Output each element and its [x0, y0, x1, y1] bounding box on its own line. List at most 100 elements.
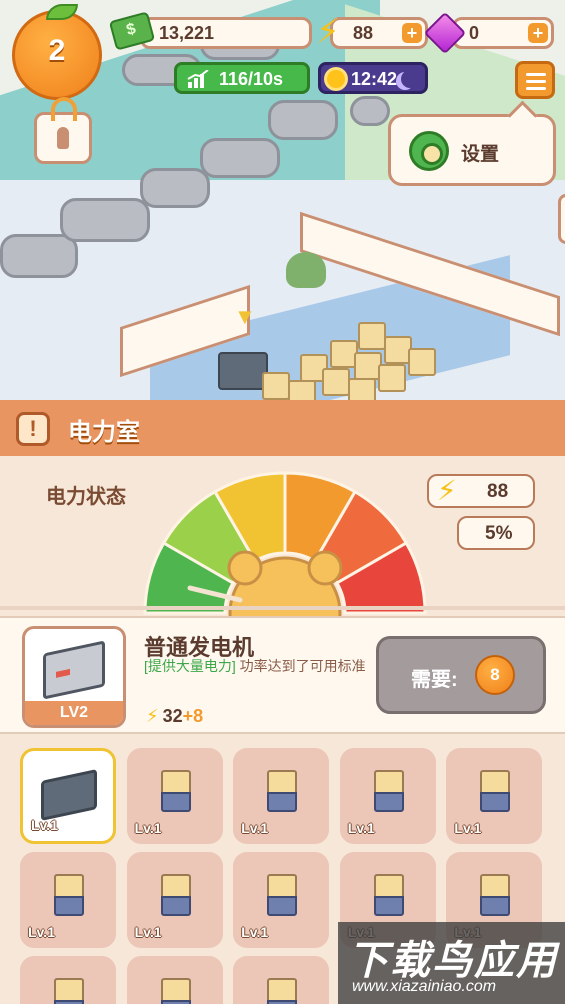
battery-icon: [480, 770, 511, 814]
rock: [268, 100, 338, 140]
rock: [200, 138, 280, 178]
menu-button[interactable]: [515, 61, 555, 99]
menu-icon: [526, 73, 546, 76]
orange-icon: 8: [475, 655, 515, 695]
grid-cell[interactable]: Lv.1: [20, 852, 116, 948]
cash-value: 13,221: [159, 23, 215, 43]
generator-desc-tag: [提供大量电力]: [144, 658, 236, 674]
rock: [350, 96, 390, 126]
exclamation-icon[interactable]: !: [16, 412, 50, 446]
game-clock: 12:42: [318, 62, 428, 94]
grid-cell-level: Lv.1: [134, 924, 162, 940]
power-percent-box: 5%: [457, 516, 535, 550]
rock: [140, 168, 210, 208]
grid-cell[interactable]: Lv.1: [20, 748, 116, 844]
power-counter: 88 +: [330, 17, 428, 49]
upgrade-requirement-button[interactable]: 需要: 8: [376, 636, 546, 714]
battery-object[interactable]: [322, 368, 350, 396]
battery-object[interactable]: [348, 378, 376, 400]
battery-icon: [160, 874, 191, 918]
bear-ear-icon: [307, 550, 343, 586]
grid-cell[interactable]: Lv.1: [446, 748, 543, 844]
battery-icon: [267, 874, 298, 918]
generator-power-base: 32: [162, 706, 183, 726]
battery-icon: [373, 874, 404, 918]
grid-cell[interactable]: Lv.1: [339, 748, 436, 844]
settings-popup[interactable]: 设置: [388, 114, 556, 186]
growth-chart-icon: [187, 70, 209, 88]
battery-icon: [160, 978, 191, 1004]
grid-cell[interactable]: Lv.1: [126, 852, 223, 948]
clock-time: 12:42: [351, 69, 398, 89]
game-scene[interactable]: ▼ 2 13,221 88 + ⚡ 0 + 116/10s: [0, 0, 565, 400]
bear-ear-icon: [227, 550, 263, 586]
battery-object[interactable]: [408, 348, 436, 376]
grid-cell-level: Lv.1: [241, 924, 269, 940]
generator-icon: [41, 769, 97, 821]
grid-cell[interactable]: Lv.1: [233, 852, 330, 948]
power-gauge: [143, 471, 427, 616]
gem-value: 0: [469, 23, 480, 43]
rock: [0, 234, 78, 278]
generator-object[interactable]: [218, 352, 268, 390]
plant: [286, 252, 326, 288]
generator-thumbnail[interactable]: LV2: [22, 626, 126, 728]
grid-cell-level: Lv.1: [28, 924, 55, 940]
battery-icon: [480, 874, 511, 918]
generator-description: [提供大量电力] 功率达到了可用标准: [144, 658, 372, 675]
rock: [60, 198, 150, 242]
keyhole-icon: [57, 127, 69, 149]
battery-object[interactable]: [378, 364, 406, 392]
generator-power-increase: +8: [182, 706, 204, 726]
lock-icon: [51, 97, 77, 121]
grid-cell[interactable]: [20, 956, 116, 1004]
cash-counter: 13,221: [140, 17, 312, 49]
moon-icon: [401, 70, 419, 88]
generator-card: LV2 普通发电机 [提供大量电力] 功率达到了可用标准 ⚡ 32+8 需要: 8: [0, 616, 565, 734]
battery-object[interactable]: [358, 322, 386, 350]
panel-title: 电力室: [68, 419, 140, 446]
need-label: 需要:: [411, 669, 458, 691]
income-rate: 116/10s: [174, 62, 310, 94]
battery-object[interactable]: [262, 372, 290, 400]
divider: [0, 606, 565, 610]
lightning-icon: ⚡: [146, 706, 159, 726]
battery-object[interactable]: [288, 380, 316, 400]
battery-icon: [54, 978, 84, 1004]
lock-button[interactable]: [34, 97, 92, 164]
grid-cell[interactable]: Lv.1: [126, 748, 223, 844]
arrow-down-icon: ▼: [234, 304, 256, 329]
gem-counter: 0 +: [452, 17, 554, 49]
power-value: 88: [353, 23, 374, 43]
grid-cell-level: Lv.1: [454, 820, 482, 836]
generator-power: ⚡ 32+8: [146, 706, 203, 727]
grid-cell[interactable]: [126, 956, 223, 1004]
power-amount-box: ⚡ 88: [427, 474, 535, 508]
battery-icon: [373, 770, 404, 814]
settings-label: 设置: [461, 144, 500, 165]
side-tab-button[interactable]: [558, 194, 565, 244]
battery-icon: [267, 770, 298, 814]
grid-cell-level: Lv.1: [241, 820, 269, 836]
add-power-button[interactable]: +: [402, 23, 422, 43]
battery-icon: [54, 874, 84, 918]
panel-header: ! 电力室: [0, 400, 565, 456]
grid-cell[interactable]: Lv.1: [233, 748, 330, 844]
power-status-label: 电力状态: [46, 486, 126, 508]
watermark: 下载鸟应用 www.xiazainiao.com: [338, 922, 565, 1004]
battery-icon: [160, 770, 191, 814]
grid-cell[interactable]: [233, 956, 330, 1004]
grid-cell-level: Lv.1: [134, 820, 162, 836]
lightning-icon: ⚡: [437, 475, 457, 506]
grid-cell-level: Lv.1: [347, 820, 375, 836]
add-gem-button[interactable]: +: [528, 23, 548, 43]
income-rate-value: 116/10s: [219, 69, 284, 89]
watermark-url: www.xiazainiao.com: [352, 978, 497, 995]
menu-icon: [526, 87, 546, 90]
sun-icon: [327, 70, 345, 88]
generator-icon: [43, 640, 105, 700]
menu-icon: [526, 80, 546, 83]
gear-icon: [409, 131, 449, 171]
generator-desc-text: 功率达到了可用标准: [235, 658, 366, 674]
need-amount: 8: [490, 665, 500, 684]
